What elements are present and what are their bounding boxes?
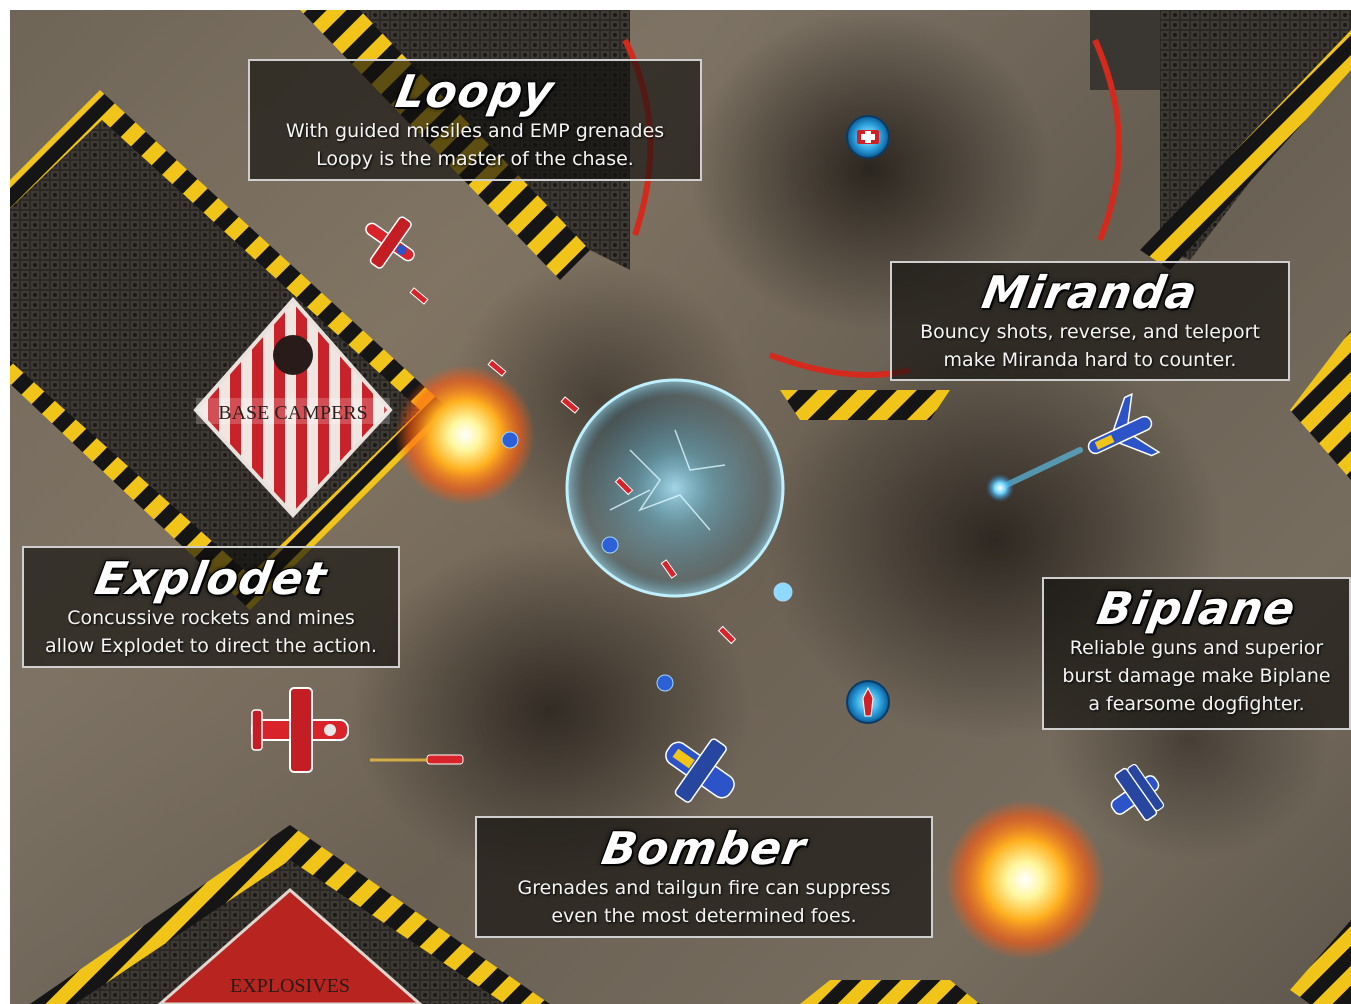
blue-plane-biplane — [1110, 763, 1165, 821]
bomber-description: Grenades and tailgun fire can suppress e… — [517, 877, 891, 927]
explosion-bottom-right — [945, 800, 1105, 960]
miranda-title: Miranda — [978, 266, 1202, 319]
explodet-info-box: Explodet Concussive rockets and mines al… — [22, 546, 400, 668]
explodet-title: Explodet — [91, 552, 332, 605]
explosives-label: EXPLOSIVES — [230, 975, 350, 997]
hazard-bar-mid — [780, 390, 950, 420]
miranda-description: Bouncy shots, reverse, and teleport make… — [920, 321, 1260, 371]
loopy-description: With guided missiles and EMP grenades Lo… — [285, 120, 665, 170]
bomber-title: Bomber — [597, 822, 811, 875]
rocket-pickup-icon — [846, 680, 890, 724]
explodet-description: Concussive rockets and mines allow Explo… — [44, 607, 378, 657]
miranda-info-box: Miranda Bouncy shots, reverse, and telep… — [890, 261, 1290, 381]
blue-plane-miranda — [1087, 392, 1161, 457]
base-campers-label: BASE CAMPERS — [218, 402, 368, 424]
blue-plane-bomber — [665, 738, 735, 803]
emp-shield-bubble — [565, 378, 785, 598]
hazard-strip-top-right — [1090, 10, 1351, 270]
blue-comet-shot — [986, 447, 1083, 502]
loopy-title: Loopy — [391, 65, 559, 118]
biplane-info-box: Biplane Reliable guns and superior burst… — [1042, 577, 1351, 730]
red-plane-explodet — [251, 687, 349, 773]
red-arc-mid — [768, 352, 911, 378]
biplane-title: Biplane — [1093, 582, 1300, 635]
biplane-description: Reliable guns and superior burst damage … — [1062, 637, 1331, 715]
red-plane-loopy — [365, 216, 415, 269]
health-pickup-icon — [846, 115, 890, 159]
loopy-info-box: Loopy With guided missiles and EMP grena… — [248, 59, 702, 181]
hazard-bottom-center — [800, 980, 980, 1004]
hazard-bottom-right — [1290, 920, 1351, 1004]
explosives-platform: EXPLOSIVES — [30, 825, 550, 1004]
hazard-right-edge — [1290, 330, 1351, 480]
bomber-info-box: Bomber Grenades and tailgun fire can sup… — [475, 816, 933, 938]
